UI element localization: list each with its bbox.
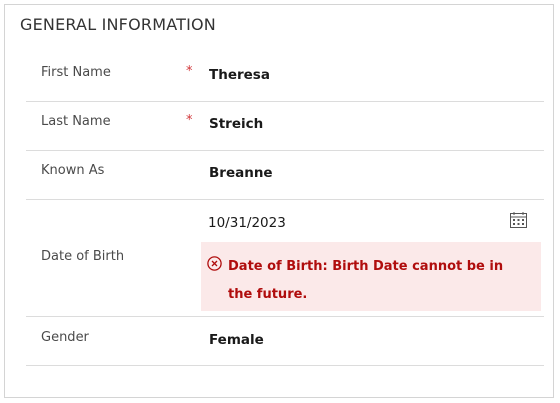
last-name-row: Last Name * Streich bbox=[26, 102, 544, 151]
last-name-label: Last Name bbox=[41, 114, 111, 129]
date-of-birth-label: Date of Birth bbox=[41, 249, 125, 264]
first-name-label: First Name bbox=[41, 65, 111, 80]
first-name-row: First Name * Theresa bbox=[26, 52, 544, 102]
gender-row: Gender Female bbox=[26, 317, 544, 366]
date-of-birth-row: Date of Birth 10/31/2023 Date of Birth: … bbox=[26, 200, 544, 317]
known-as-field[interactable]: Breanne bbox=[209, 165, 273, 181]
gender-field[interactable]: Female bbox=[209, 332, 264, 348]
first-name-required-mark: * bbox=[186, 64, 193, 79]
calendar-icon[interactable] bbox=[510, 212, 527, 228]
first-name-field[interactable]: Theresa bbox=[209, 67, 270, 83]
last-name-required-mark: * bbox=[186, 113, 193, 128]
date-of-birth-error-message: Date of Birth: Birth Date cannot be in t… bbox=[201, 242, 541, 311]
gender-label: Gender bbox=[41, 330, 89, 345]
known-as-label: Known As bbox=[41, 163, 105, 178]
error-circle-x-icon bbox=[207, 256, 222, 271]
error-text: Date of Birth: Birth Date cannot be in t… bbox=[228, 259, 504, 302]
known-as-row: Known As Breanne bbox=[26, 151, 544, 200]
section-title: GENERAL INFORMATION bbox=[20, 15, 216, 34]
date-of-birth-input[interactable]: 10/31/2023 bbox=[208, 215, 286, 231]
last-name-field[interactable]: Streich bbox=[209, 116, 263, 132]
general-information-card: GENERAL INFORMATION First Name * Theresa… bbox=[4, 4, 554, 398]
